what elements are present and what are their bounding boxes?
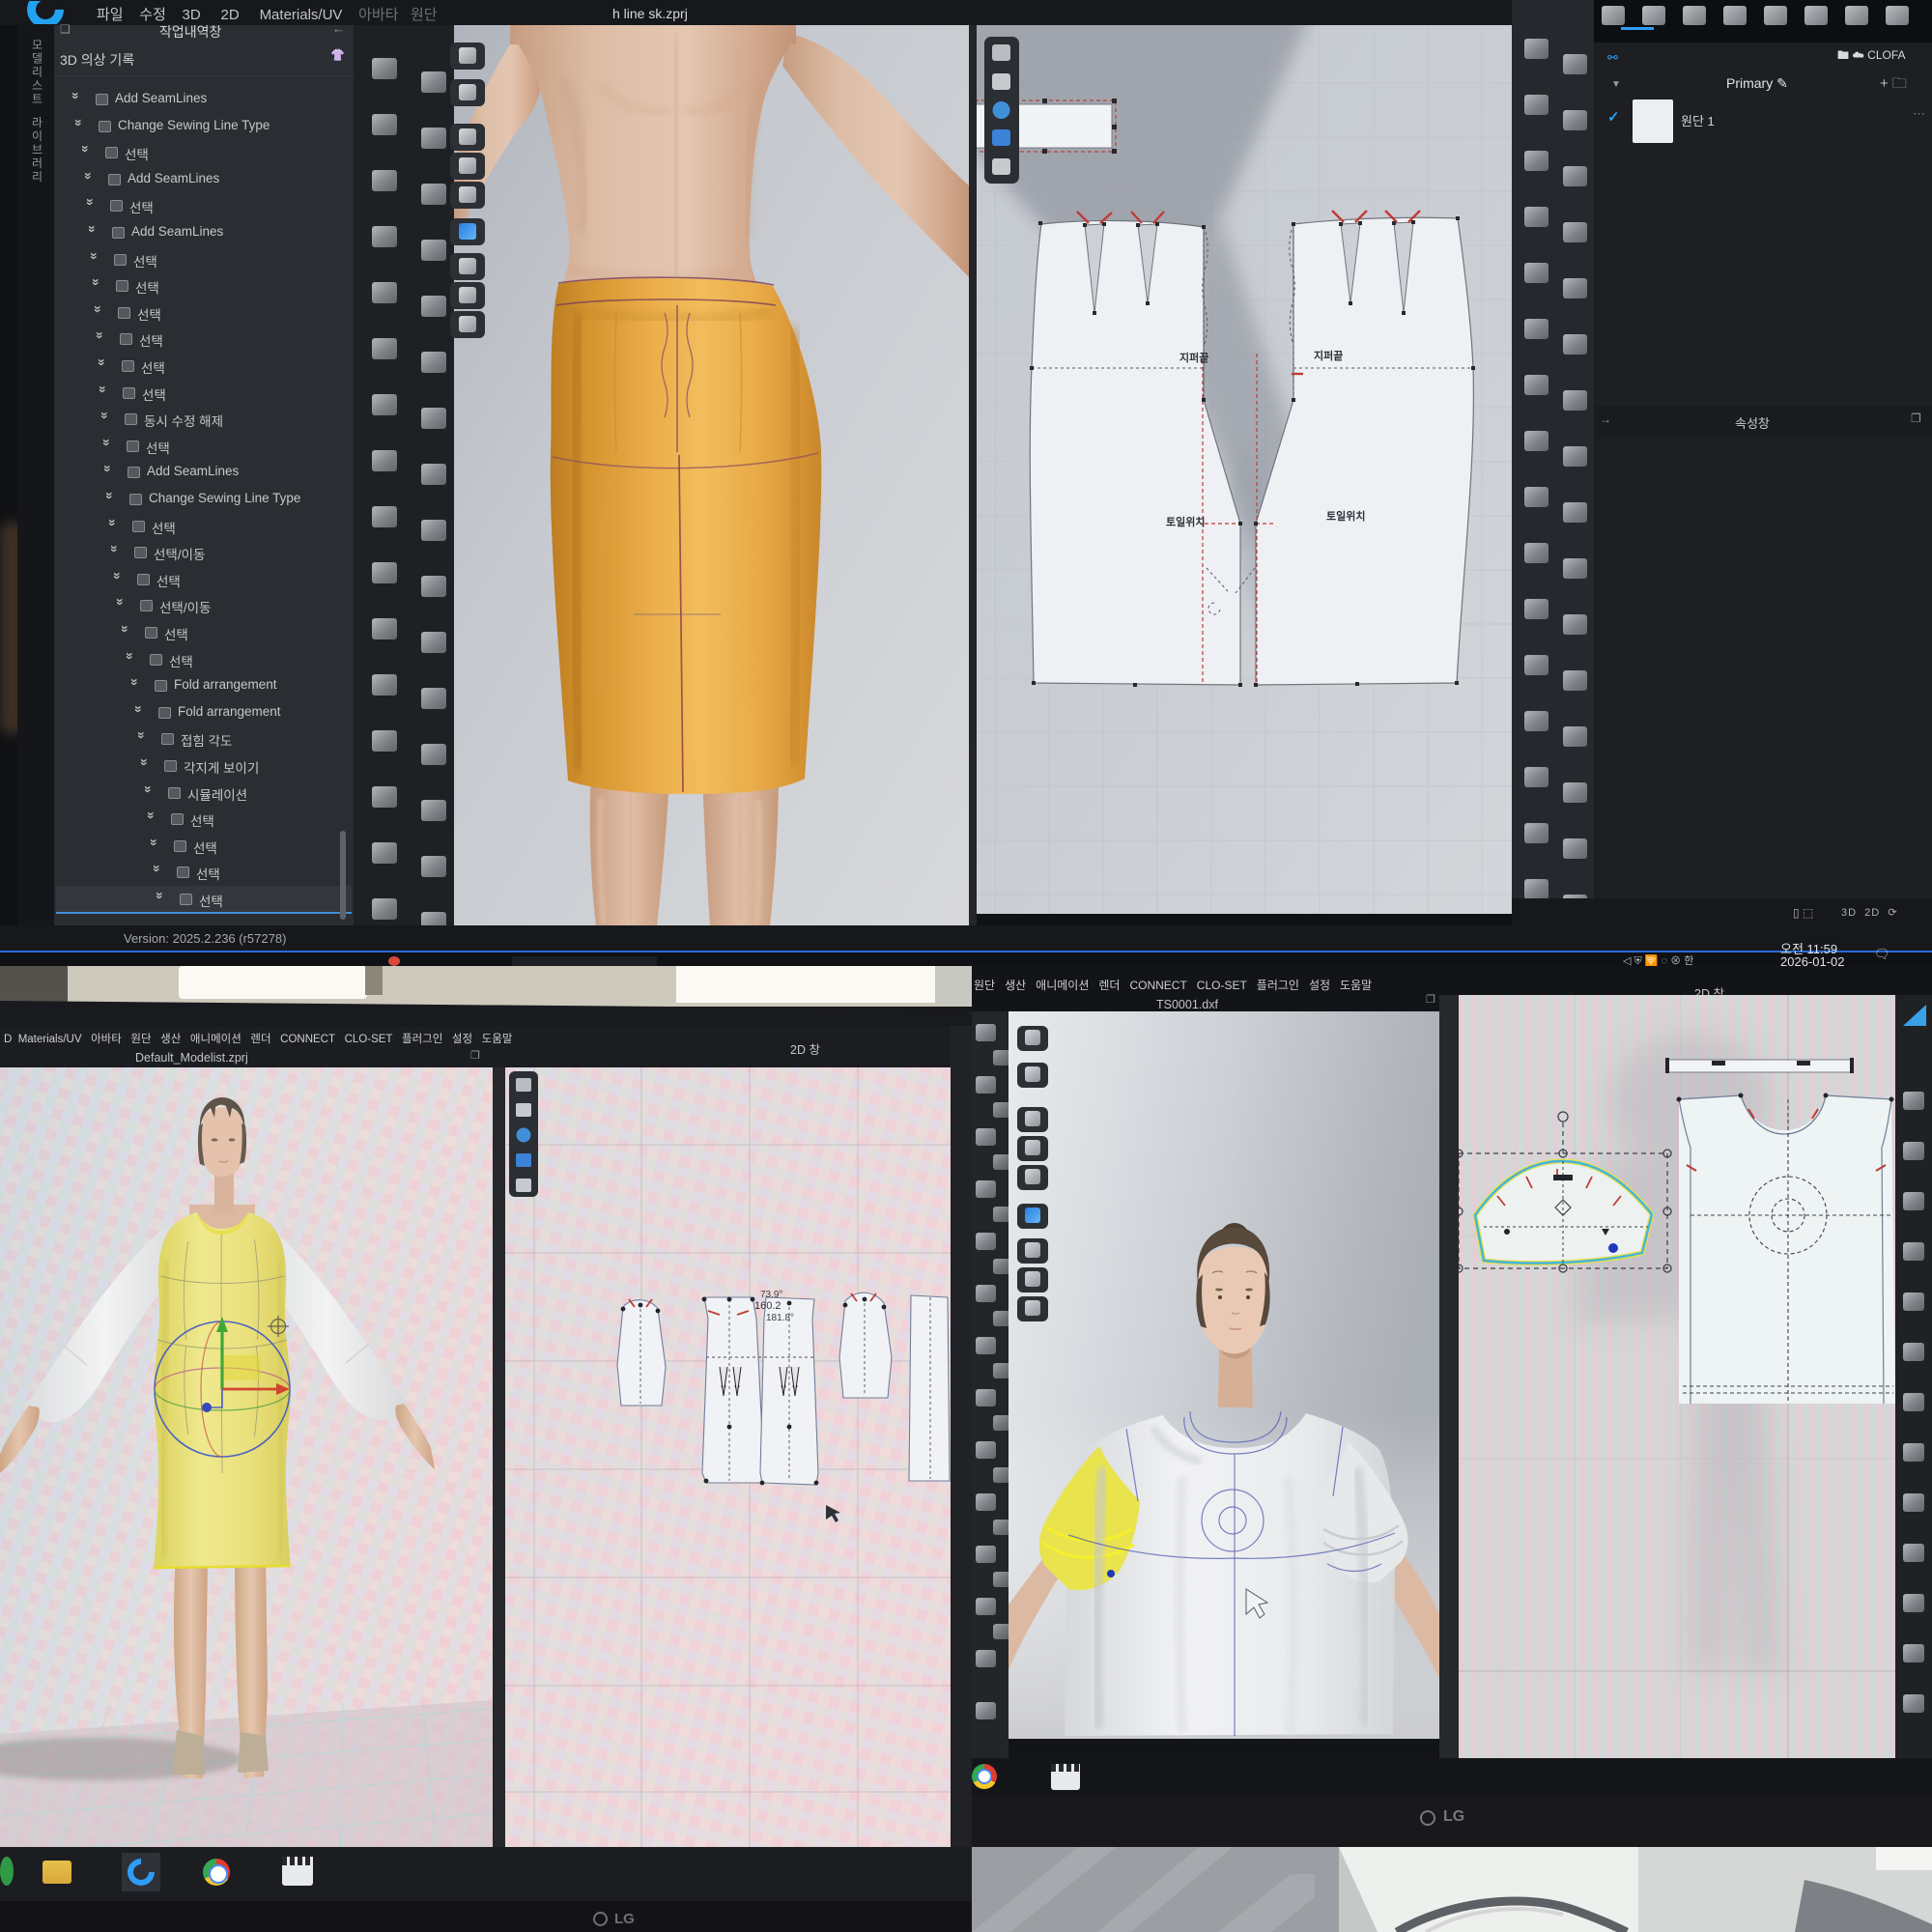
svg-text:160.2: 160.2 bbox=[754, 1300, 781, 1312]
svg-text:지퍼끝: 지퍼끝 bbox=[1314, 349, 1343, 362]
svg-text:토일위치: 토일위치 bbox=[1166, 515, 1205, 528]
svg-text:73.9°: 73.9° bbox=[760, 1290, 782, 1300]
svg-text:181.8°: 181.8° bbox=[766, 1313, 794, 1323]
svg-text:지퍼끝: 지퍼끝 bbox=[1179, 351, 1208, 364]
svg-text:토일위치: 토일위치 bbox=[1326, 509, 1365, 523]
